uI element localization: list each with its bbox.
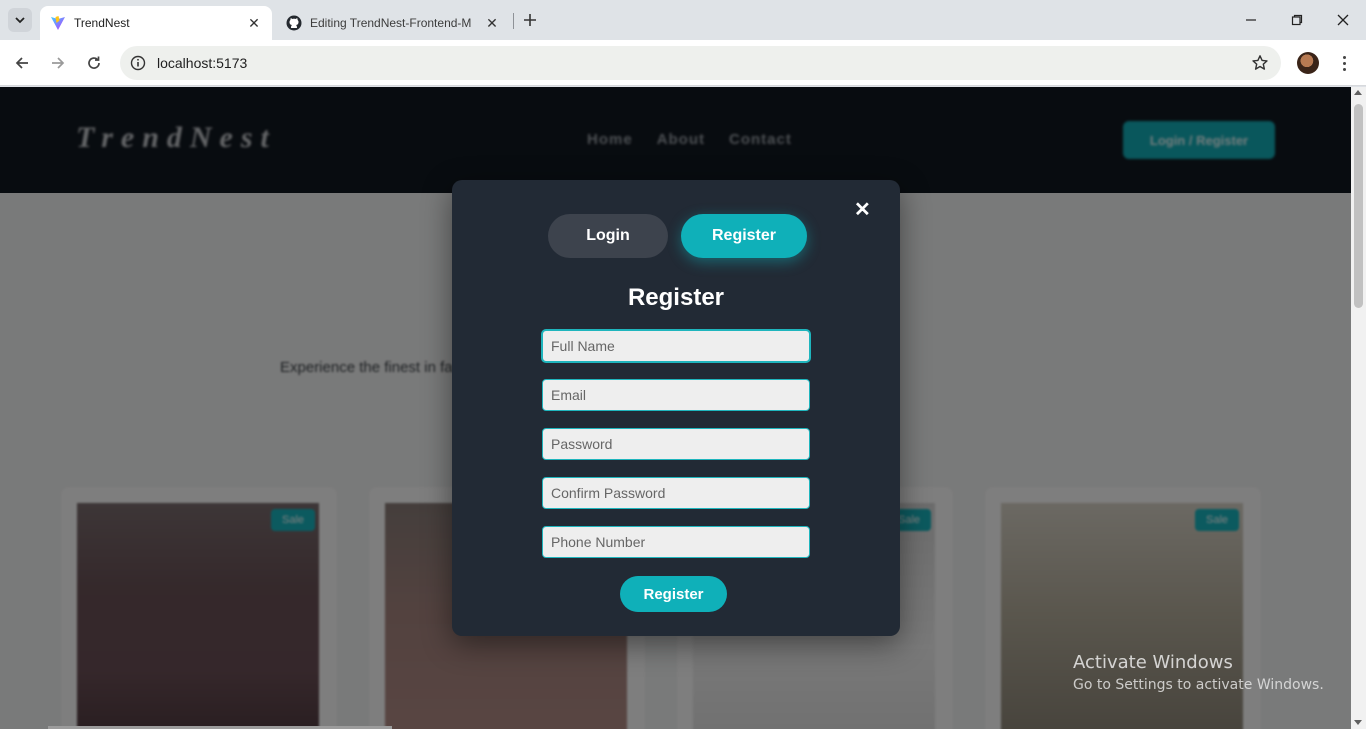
full-name-input[interactable] xyxy=(542,330,810,362)
arrow-left-icon xyxy=(15,57,28,69)
auth-modal: ✕ Login Register Register Register xyxy=(452,180,900,636)
chevron-down-icon xyxy=(15,17,25,24)
browser-toolbar: localhost:5173 xyxy=(0,40,1366,86)
back-button[interactable] xyxy=(10,51,34,75)
phone-number-input[interactable] xyxy=(542,526,810,558)
site-info-icon[interactable] xyxy=(127,52,149,74)
tab-separator xyxy=(513,13,514,29)
password-input[interactable] xyxy=(542,428,810,460)
close-tab-icon[interactable]: ✕ xyxy=(484,15,500,31)
browser-tab-github[interactable]: Editing TrendNest-Frontend-M ✕ xyxy=(276,6,510,40)
reload-button[interactable] xyxy=(82,51,106,75)
vite-icon xyxy=(51,16,65,30)
tab-title: Editing TrendNest-Frontend-M xyxy=(310,16,472,30)
plus-icon xyxy=(524,14,536,26)
url-text[interactable]: localhost:5173 xyxy=(157,55,247,71)
register-tab-button[interactable]: Register xyxy=(681,214,807,258)
profile-avatar[interactable] xyxy=(1297,52,1319,74)
bookmark-star-icon[interactable] xyxy=(1251,54,1269,72)
close-icon xyxy=(1337,14,1349,26)
github-icon xyxy=(286,15,302,31)
vertical-scrollbar[interactable] xyxy=(1351,87,1366,729)
browser-menu-button[interactable] xyxy=(1334,52,1354,74)
email-input[interactable] xyxy=(542,379,810,411)
scroll-down-arrow-icon[interactable] xyxy=(1354,720,1362,725)
minimize-button[interactable] xyxy=(1228,0,1274,40)
close-tab-icon[interactable]: ✕ xyxy=(246,15,262,31)
activate-windows-subtitle: Go to Settings to activate Windows. xyxy=(1073,677,1324,693)
close-modal-icon[interactable]: ✕ xyxy=(854,200,871,220)
minimize-icon xyxy=(1246,19,1256,21)
browser-tab-trendnest[interactable]: TrendNest ✕ xyxy=(40,6,272,40)
scroll-thumb[interactable] xyxy=(1354,104,1363,308)
scroll-up-arrow-icon[interactable] xyxy=(1354,90,1362,95)
page-viewport: TrendNest Home About Contact Login / Reg… xyxy=(0,87,1351,729)
address-bar[interactable]: localhost:5173 xyxy=(120,46,1281,80)
tab-search-button[interactable] xyxy=(8,8,32,32)
forward-button[interactable] xyxy=(46,51,70,75)
confirm-password-input[interactable] xyxy=(542,477,810,509)
browser-tab-strip: TrendNest ✕ Editing TrendNest-Frontend-M… xyxy=(0,0,1366,40)
reload-icon xyxy=(88,56,100,69)
restore-icon xyxy=(1291,14,1303,26)
register-submit-button[interactable]: Register xyxy=(620,576,727,612)
new-tab-button[interactable] xyxy=(520,10,540,30)
restore-button[interactable] xyxy=(1274,0,1320,40)
tab-title: TrendNest xyxy=(74,16,130,30)
close-window-button[interactable] xyxy=(1320,0,1366,40)
activate-windows-title: Activate Windows xyxy=(1073,652,1233,673)
arrow-right-icon xyxy=(52,57,65,69)
modal-title: Register xyxy=(627,284,725,311)
login-tab-button[interactable]: Login xyxy=(548,214,668,258)
